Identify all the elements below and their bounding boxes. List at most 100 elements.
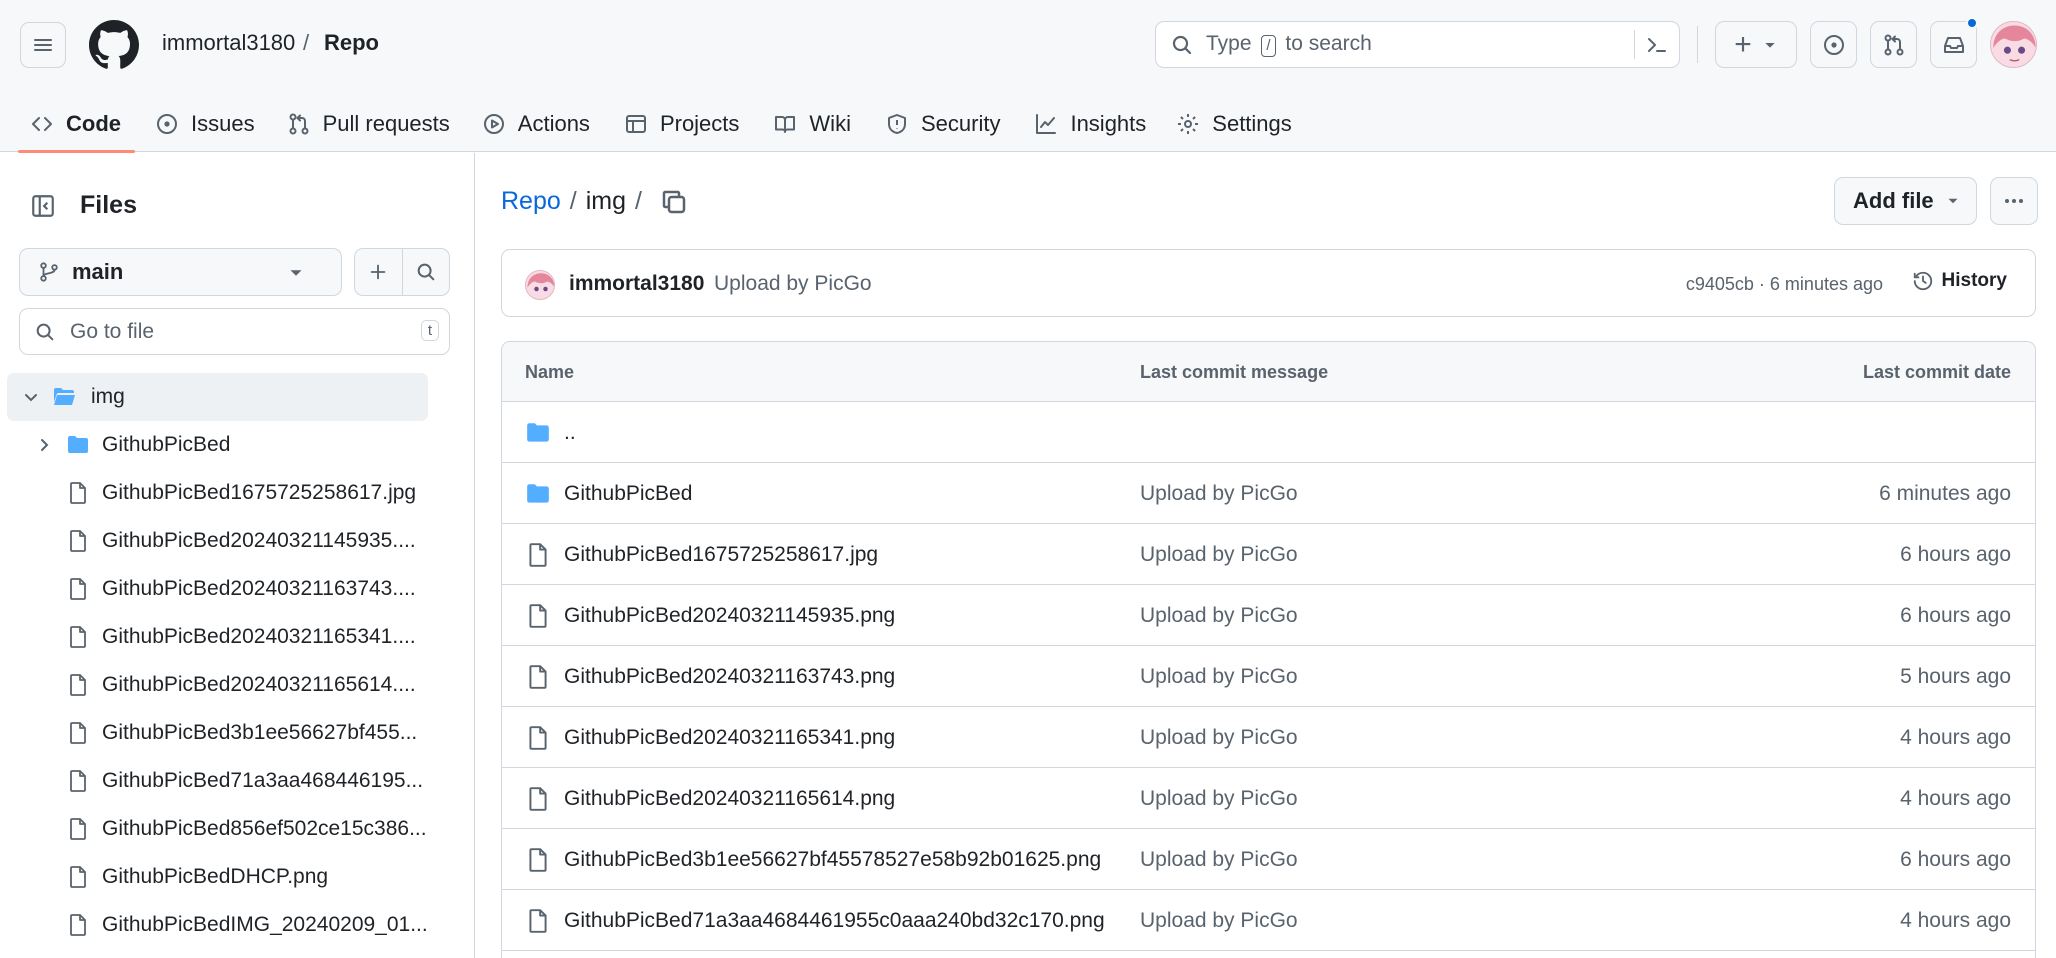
triangle-down-icon (1948, 198, 1958, 204)
tree-file-item[interactable]: GithubPicBed20240321163743.... (0, 565, 474, 613)
author-avatar[interactable] (525, 270, 555, 300)
row-name[interactable]: GithubPicBed20240321163743.png (564, 665, 895, 689)
gear-icon (1178, 114, 1199, 134)
collapse-sidebar-button[interactable] (20, 183, 65, 228)
parent-directory-row[interactable]: .. (502, 402, 2035, 463)
commit-message[interactable]: Upload by PicGo (714, 272, 872, 296)
tab-label: Wiki (809, 111, 851, 136)
tree-file-item[interactable]: GithubPicBed20240321145935.... (0, 517, 474, 565)
tree-item-label: GithubPicBed20240321165341.... (102, 625, 416, 648)
search-input[interactable]: Type / to search (1155, 21, 1680, 68)
search-files-button[interactable] (401, 249, 450, 295)
row-name[interactable]: GithubPicBed20240321145935.png (564, 604, 895, 628)
tab-projects[interactable]: Projects (610, 96, 753, 152)
search-placeholder-after: to search (1285, 32, 1372, 55)
row-commit-message[interactable]: Upload by PicGo (1140, 909, 1298, 933)
tree-file-item[interactable]: GithubPicBedDHCP.png (0, 853, 474, 901)
row-name[interactable]: GithubPicBed71a3aa4684461955c0aaa240bd32… (564, 909, 1105, 933)
column-name: Name (525, 362, 575, 382)
file-path-breadcrumb: Repo / img / (501, 187, 651, 216)
tab-label: Insights (1070, 111, 1147, 136)
tab-pull-requests[interactable]: Pull requests (273, 96, 464, 152)
table-row[interactable]: GithubPicBed20240321165614.png Upload by… (502, 768, 2035, 829)
chevron-right-icon (41, 439, 49, 451)
sidebar-collapse-icon (31, 194, 54, 217)
row-name[interactable]: GithubPicBed (564, 482, 692, 506)
commit-hash-time[interactable]: c9405cb · 6 minutes ago (1686, 274, 1883, 295)
table-row[interactable]: GithubPicBed1675725258617.jpg Upload by … (502, 524, 2035, 585)
command-palette-icon[interactable] (1645, 33, 1669, 57)
tab-settings[interactable]: Settings (1162, 96, 1306, 152)
more-options-button[interactable] (1990, 177, 2038, 225)
your-pull-requests-button[interactable] (1870, 21, 1917, 68)
search-icon (417, 263, 435, 281)
notification-indicator (1966, 17, 1978, 29)
file-icon (70, 818, 86, 840)
go-to-file-input[interactable]: Go to file t (19, 308, 450, 355)
hamburger-icon (34, 39, 52, 51)
graph-icon (1036, 114, 1057, 134)
create-new-button[interactable]: + (1715, 21, 1797, 68)
file-icon (70, 914, 86, 936)
table-row[interactable]: GithubPicBed20240321145935.png Upload by… (502, 585, 2035, 646)
row-commit-message[interactable]: Upload by PicGo (1140, 604, 1298, 628)
tab-actions[interactable]: Actions (468, 96, 604, 152)
tree-file-item[interactable]: GithubPicBedIMG_20240209_01... (0, 901, 474, 949)
add-file-button[interactable] (355, 249, 402, 295)
table-row[interactable]: GithubPicBed Upload by PicGo 6 minutes a… (502, 463, 2035, 524)
path-root-link[interactable]: Repo (501, 187, 561, 216)
your-issues-button[interactable] (1810, 21, 1857, 68)
tab-security[interactable]: Security (871, 96, 1014, 152)
branch-selector[interactable]: main (19, 248, 342, 296)
breadcrumb-owner[interactable]: immortal3180 (162, 30, 295, 56)
go-to-file-placeholder: Go to file (70, 319, 155, 343)
user-avatar[interactable] (1990, 21, 2037, 68)
tree-item-githubpicbed[interactable]: GithubPicBed (0, 421, 474, 469)
row-commit-message[interactable]: Upload by PicGo (1140, 665, 1298, 689)
latest-commit-bar: immortal3180 Upload by PicGo c9405cb · 6… (501, 249, 2036, 317)
row-name[interactable]: .. (564, 421, 576, 445)
tree-file-item[interactable]: GithubPicBed3b1ee56627bf455... (0, 709, 474, 757)
table-row[interactable]: GithubPicBed20240321165341.png Upload by… (502, 707, 2035, 768)
tree-file-item[interactable]: GithubPicBed856ef502ce15c386... (0, 805, 474, 853)
table-row[interactable]: GithubPicBed3b1ee56627bf45578527e58b92b0… (502, 829, 2035, 890)
add-file-label: Add file (1853, 188, 1934, 213)
history-button[interactable]: History (1912, 270, 2007, 292)
tab-code[interactable]: Code (0, 96, 135, 153)
plus-icon (370, 264, 386, 280)
tree-item-img[interactable]: img (7, 373, 428, 421)
path-current: img (585, 187, 627, 215)
commit-author[interactable]: immortal3180 (569, 272, 704, 296)
file-icon (529, 665, 547, 689)
row-name[interactable]: GithubPicBed20240321165341.png (564, 726, 895, 750)
table-row[interactable]: GithubPicBed71a3aa4684461955c0aaa240bd32… (502, 890, 2035, 951)
table-row[interactable]: GithubPicBed20240321163743.png Upload by… (502, 646, 2035, 707)
tab-wiki[interactable]: Wiki (759, 96, 865, 152)
copy-path-icon[interactable] (659, 187, 689, 217)
file-icon (70, 482, 86, 504)
add-file-button[interactable]: Add file (1834, 177, 1977, 225)
menu-button[interactable] (20, 22, 66, 68)
search-placeholder-before: Type (1206, 32, 1252, 55)
tree-file-item[interactable]: GithubPicBed1675725258617.jpg (0, 469, 474, 517)
tab-issues[interactable]: Issues (141, 96, 269, 152)
row-name[interactable]: GithubPicBed1675725258617.jpg (564, 543, 878, 567)
row-name[interactable]: GithubPicBed20240321165614.png (564, 787, 895, 811)
row-commit-message[interactable]: Upload by PicGo (1140, 787, 1298, 811)
tab-insights[interactable]: Insights (1020, 96, 1160, 152)
tab-label: Projects (659, 111, 740, 136)
history-icon (1913, 271, 1932, 291)
row-commit-date: 4 hours ago (1900, 909, 2011, 932)
row-name[interactable]: GithubPicBed3b1ee56627bf45578527e58b92b0… (564, 848, 1101, 872)
row-commit-message[interactable]: Upload by PicGo (1140, 726, 1298, 750)
tree-file-item[interactable]: GithubPicBed20240321165341.... (0, 613, 474, 661)
tree-item-label: GithubPicBed856ef502ce15c386... (102, 817, 427, 840)
github-logo-icon[interactable] (89, 20, 139, 70)
kebab-horizontal-icon (2005, 199, 2023, 203)
breadcrumb-repo[interactable]: Repo (324, 30, 379, 56)
row-commit-message[interactable]: Upload by PicGo (1140, 543, 1298, 567)
tree-file-item[interactable]: GithubPicBed20240321165614.... (0, 661, 474, 709)
row-commit-message[interactable]: Upload by PicGo (1140, 848, 1298, 872)
row-commit-message[interactable]: Upload by PicGo (1140, 482, 1298, 506)
tree-file-item[interactable]: GithubPicBed71a3aa468446195... (0, 757, 474, 805)
